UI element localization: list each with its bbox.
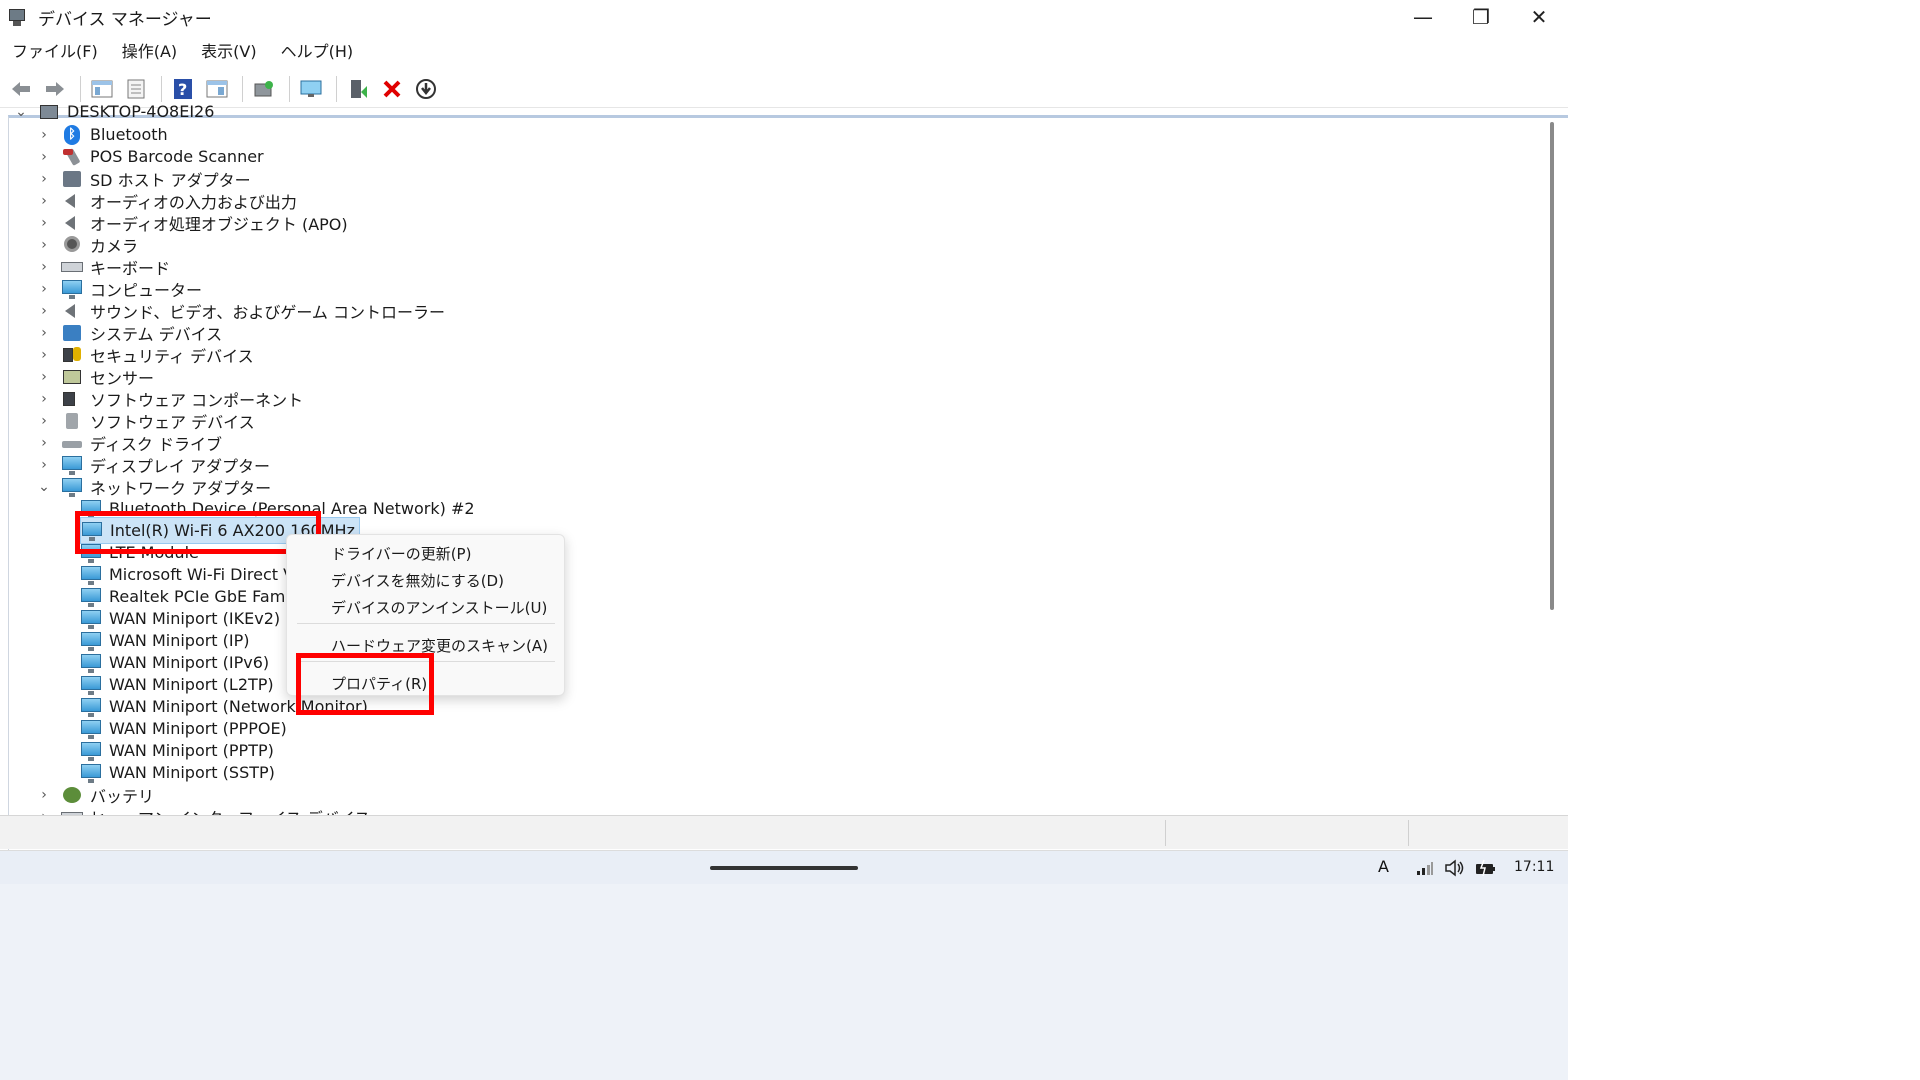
toolbar-separator	[336, 75, 337, 102]
scan-hardware-button[interactable]	[296, 74, 326, 104]
wifi-signal-icon[interactable]	[1416, 860, 1434, 880]
sd-host-icon	[61, 169, 83, 189]
desktop-background	[1568, 0, 1920, 1080]
toolbar-separator	[242, 75, 243, 102]
barcode-scanner-icon	[61, 147, 83, 167]
chevron-right-icon[interactable]: ›	[37, 347, 51, 363]
network-icon	[80, 719, 102, 739]
chevron-right-icon[interactable]: ›	[37, 457, 51, 473]
volume-icon[interactable]	[1444, 859, 1466, 881]
device-manager-icon	[6, 5, 30, 29]
network-icon	[80, 587, 102, 607]
status-divider	[1165, 820, 1166, 846]
close-button[interactable]: ✕	[1504, 0, 1574, 34]
menu-action[interactable]: 操作(A)	[110, 38, 189, 66]
network-icon	[80, 697, 102, 717]
disk-drive-icon	[61, 433, 83, 453]
context-uninstall-device[interactable]: デバイスのアンインストール(U)	[331, 597, 547, 618]
computer-icon	[38, 102, 60, 122]
software-component-icon	[61, 389, 83, 409]
network-icon	[80, 609, 102, 629]
network-icon	[61, 477, 83, 497]
keyboard-icon	[61, 257, 83, 277]
network-icon	[80, 565, 102, 585]
clock[interactable]: 17:11	[1514, 859, 1554, 875]
network-icon	[80, 631, 102, 651]
highlight-box-properties	[296, 653, 434, 715]
ime-indicator[interactable]: A	[1378, 857, 1389, 876]
download-icon[interactable]	[411, 74, 441, 104]
device-label: Bluetooth	[90, 125, 168, 144]
security-key-icon	[61, 345, 83, 365]
chevron-right-icon[interactable]: ›	[37, 413, 51, 429]
add-driver-button[interactable]	[343, 74, 373, 104]
window-title: デバイス マネージャー	[38, 9, 212, 30]
bluetooth-icon: ᛒ	[61, 124, 83, 145]
chevron-right-icon[interactable]: ›	[37, 237, 51, 253]
chevron-right-icon[interactable]: ›	[37, 787, 51, 803]
network-icon	[80, 675, 102, 695]
network-icon	[80, 653, 102, 673]
taskbar-strip: A 17:11	[0, 850, 1568, 884]
chevron-right-icon[interactable]: ›	[37, 215, 51, 231]
uninstall-device-button[interactable]	[377, 74, 407, 104]
highlight-box-wifi	[75, 511, 321, 554]
network-icon	[80, 763, 102, 783]
battery-charging-icon[interactable]	[1474, 859, 1498, 881]
network-icon	[80, 741, 102, 761]
device-label: WAN Miniport (IP)	[109, 631, 250, 650]
chevron-down-icon[interactable]: ⌄	[14, 104, 28, 120]
svg-text:?: ?	[178, 80, 187, 99]
chevron-right-icon[interactable]: ›	[37, 369, 51, 385]
menu-view[interactable]: 表示(V)	[189, 38, 268, 66]
chevron-right-icon[interactable]: ›	[37, 281, 51, 297]
chevron-right-icon[interactable]: ›	[37, 391, 51, 407]
context-update-driver[interactable]: ドライバーの更新(P)	[331, 543, 471, 564]
software-device-icon	[61, 411, 83, 431]
chevron-down-icon[interactable]: ⌄	[37, 479, 51, 495]
device-label: POS Barcode Scanner	[90, 147, 264, 166]
scrollbar-thumb[interactable]	[1550, 122, 1554, 610]
status-divider	[1408, 820, 1409, 846]
context-disable-device[interactable]: デバイスを無効にする(D)	[331, 570, 504, 591]
toolbar-separator	[289, 75, 290, 102]
battery-icon	[61, 785, 83, 805]
menu-help[interactable]: ヘルプ(H)	[269, 38, 366, 66]
menu-file[interactable]: ファイル(F)	[0, 38, 110, 66]
chevron-right-icon[interactable]: ›	[37, 259, 51, 275]
speaker-icon	[61, 213, 83, 233]
chevron-right-icon[interactable]: ›	[37, 171, 51, 187]
update-driver-toolbar-button[interactable]	[249, 74, 279, 104]
sensor-icon	[61, 367, 83, 387]
computer-icon	[61, 279, 83, 299]
device-label: WAN Miniport (PPPOE)	[109, 719, 287, 738]
chevron-right-icon[interactable]: ›	[37, 127, 51, 143]
device-label: WAN Miniport (SSTP)	[109, 763, 275, 782]
camera-icon	[61, 235, 83, 255]
chevron-right-icon[interactable]: ›	[37, 149, 51, 165]
chevron-right-icon[interactable]: ›	[37, 193, 51, 209]
system-folder-icon	[61, 323, 83, 343]
chevron-right-icon[interactable]: ›	[37, 303, 51, 319]
chevron-right-icon[interactable]: ›	[37, 435, 51, 451]
chevron-right-icon[interactable]: ›	[37, 325, 51, 341]
display-adapter-icon	[61, 455, 83, 475]
device-label: WAN Miniport (IPv6)	[109, 653, 270, 672]
device-label: WAN Miniport (IKEv2)	[109, 609, 281, 628]
gesture-handle[interactable]	[710, 866, 858, 870]
device-label: WAN Miniport (L2TP)	[109, 675, 274, 694]
vertical-scrollbar[interactable]	[1548, 118, 1560, 818]
context-separator	[297, 623, 555, 624]
status-bar	[0, 815, 1568, 849]
tree-root-label: DESKTOP-4O8EI26	[67, 102, 215, 121]
device-label: WAN Miniport (PPTP)	[109, 741, 274, 760]
menu-bar: ファイル(F) 操作(A) 表示(V) ヘルプ(H)	[0, 38, 365, 66]
speaker-icon	[61, 191, 83, 211]
speaker-icon	[61, 301, 83, 321]
